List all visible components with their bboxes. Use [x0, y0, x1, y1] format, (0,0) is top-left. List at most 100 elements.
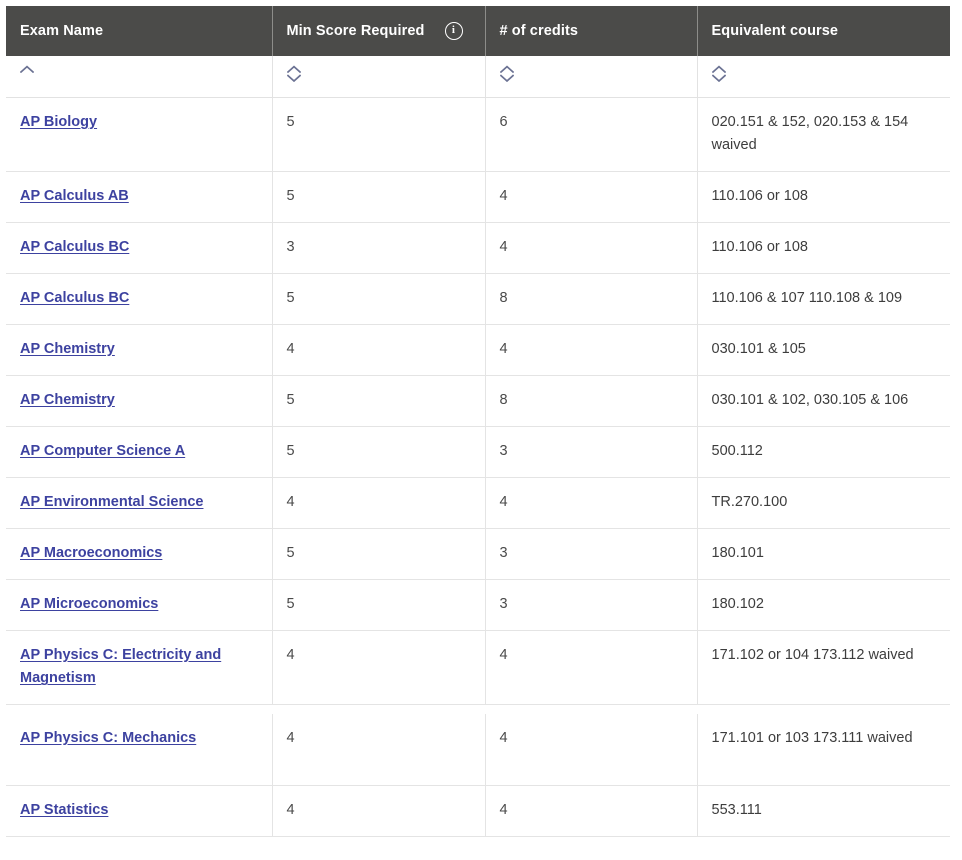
credit-table-container: Exam Name Min Score Required i # of credits…	[6, 6, 950, 837]
exam-name-link[interactable]: AP Microeconomics	[20, 596, 158, 612]
cell-min-score: 5	[272, 375, 485, 426]
cell-credits: 8	[485, 375, 697, 426]
sort-cell-course[interactable]	[697, 56, 950, 98]
cell-equivalent-course: 020.151 & 152, 020.153 & 154 waived	[697, 98, 950, 172]
sort-toggle-icon[interactable]	[712, 64, 730, 84]
exam-name-link[interactable]: AP Calculus BC	[20, 239, 129, 255]
cell-credits: 6	[485, 98, 697, 172]
table-row: AP Calculus AB 54110.106 or 108	[6, 171, 950, 222]
chevron-down-icon	[712, 74, 726, 82]
column-header-exam[interactable]: Exam Name	[6, 6, 272, 56]
cell-min-score: 5	[272, 171, 485, 222]
table-row: AP Physics C: Mechanics44171.101 or 103 …	[6, 714, 950, 786]
sort-ascending-icon[interactable]	[20, 64, 38, 84]
cell-exam-name: AP Calculus AB	[6, 171, 272, 222]
column-header-course[interactable]: Equivalent course	[697, 6, 950, 56]
table-row: AP Physics C: Electricity and Magnetism 4…	[6, 630, 950, 704]
cell-equivalent-course: 030.101 & 105	[697, 324, 950, 375]
column-header-inner: Equivalent course	[712, 23, 937, 39]
column-header-inner: # of credits	[500, 23, 683, 39]
cell-equivalent-course: 180.101	[697, 528, 950, 579]
cell-equivalent-course: 180.102	[697, 579, 950, 630]
cell-min-score: 3	[272, 222, 485, 273]
sort-controls-row	[6, 56, 950, 98]
chevron-down-icon	[287, 74, 301, 82]
cell-exam-name: AP Physics C: Electricity and Magnetism	[6, 630, 272, 704]
cell-equivalent-course: 171.102 or 104 173.112 waived	[697, 630, 950, 704]
ap-credit-table-segment: Exam Name Min Score Required i # of credits…	[6, 6, 950, 705]
cell-exam-name: AP Macroeconomics	[6, 528, 272, 579]
column-header-label: Equivalent course	[712, 23, 839, 39]
cell-exam-name: AP Statistics	[6, 786, 272, 837]
chevron-down-icon	[500, 74, 514, 82]
table-row: AP Computer Science A53500.112	[6, 426, 950, 477]
header-row: Exam Name Min Score Required i # of credits…	[6, 6, 950, 56]
table-header: Exam Name Min Score Required i # of credits…	[6, 6, 950, 98]
cell-equivalent-course: 110.106 or 108	[697, 222, 950, 273]
chevron-up-icon	[712, 65, 726, 73]
cell-credits: 4	[485, 222, 697, 273]
cell-min-score: 5	[272, 273, 485, 324]
table-row: AP Macroeconomics 53180.101	[6, 528, 950, 579]
cell-min-score: 5	[272, 528, 485, 579]
cell-exam-name: AP Microeconomics	[6, 579, 272, 630]
table-row: AP Statistics44553.111	[6, 786, 950, 837]
column-header-label: Min Score Required	[287, 23, 425, 39]
exam-name-link[interactable]: AP Physics C: Electricity and Magnetism	[20, 647, 221, 686]
cell-min-score: 4	[272, 714, 485, 786]
chevron-up-icon	[500, 65, 514, 73]
cell-equivalent-course: 110.106 & 107 110.108 & 109	[697, 273, 950, 324]
sort-toggle-icon[interactable]	[287, 64, 305, 84]
cell-min-score: 5	[272, 426, 485, 477]
cell-credits: 3	[485, 528, 697, 579]
cell-exam-name: AP Chemistry	[6, 324, 272, 375]
sort-cell-score[interactable]	[272, 56, 485, 98]
table-row: AP Environmental Science44TR.270.100	[6, 477, 950, 528]
cell-equivalent-course: 500.112	[697, 426, 950, 477]
sort-toggle-icon[interactable]	[500, 64, 518, 84]
exam-name-link[interactable]: AP Biology	[20, 114, 97, 130]
exam-name-link[interactable]: AP Environmental Science	[20, 494, 203, 510]
table-row: AP Calculus BC58110.106 & 107 110.108 & …	[6, 273, 950, 324]
sort-cell-exam[interactable]	[6, 56, 272, 98]
exam-name-link[interactable]: AP Chemistry	[20, 341, 115, 357]
cell-exam-name: AP Chemistry	[6, 375, 272, 426]
cell-credits: 3	[485, 579, 697, 630]
exam-name-link[interactable]: AP Calculus BC	[20, 290, 129, 306]
cell-equivalent-course: 171.101 or 103 173.111 waived	[697, 714, 950, 786]
sort-cell-credits[interactable]	[485, 56, 697, 98]
column-header-inner: Min Score Required i	[287, 22, 471, 40]
cell-credits: 4	[485, 171, 697, 222]
exam-name-link[interactable]: AP Calculus AB	[20, 188, 129, 204]
cell-equivalent-course: 110.106 or 108	[697, 171, 950, 222]
info-circle-icon[interactable]: i	[445, 22, 463, 40]
column-header-score[interactable]: Min Score Required i	[272, 6, 485, 56]
cell-credits: 4	[485, 786, 697, 837]
table-row: AP Chemistry44030.101 & 105	[6, 324, 950, 375]
cell-min-score: 4	[272, 786, 485, 837]
cell-equivalent-course: 030.101 & 102, 030.105 & 106	[697, 375, 950, 426]
exam-name-link[interactable]: AP Physics C: Mechanics	[20, 730, 196, 746]
table-body: AP Biology56020.151 & 152, 020.153 & 154…	[6, 98, 950, 705]
exam-name-link[interactable]: AP Chemistry	[20, 392, 115, 408]
column-header-label: # of credits	[500, 23, 579, 39]
table-row: AP Chemistry 58030.101 & 102, 030.105 & 1…	[6, 375, 950, 426]
cell-exam-name: AP Calculus BC	[6, 273, 272, 324]
exam-name-link[interactable]: AP Computer Science A	[20, 443, 185, 459]
chevron-up-icon	[20, 65, 34, 73]
cell-min-score: 4	[272, 477, 485, 528]
table-body: AP Physics C: Mechanics44171.101 or 103 …	[6, 714, 950, 837]
table-row: AP Microeconomics 53180.102	[6, 579, 950, 630]
cell-credits: 4	[485, 630, 697, 704]
exam-name-link[interactable]: AP Statistics	[20, 802, 108, 818]
column-header-inner: Exam Name	[20, 23, 258, 39]
cell-min-score: 4	[272, 324, 485, 375]
column-header-credits[interactable]: # of credits	[485, 6, 697, 56]
ap-credit-page: Exam Name Min Score Required i # of credits…	[0, 0, 962, 860]
cell-min-score: 5	[272, 98, 485, 172]
cell-equivalent-course: 553.111	[697, 786, 950, 837]
cell-min-score: 5	[272, 579, 485, 630]
cell-exam-name: AP Biology	[6, 98, 272, 172]
table-row: AP Calculus BC 34110.106 or 108	[6, 222, 950, 273]
exam-name-link[interactable]: AP Macroeconomics	[20, 545, 162, 561]
